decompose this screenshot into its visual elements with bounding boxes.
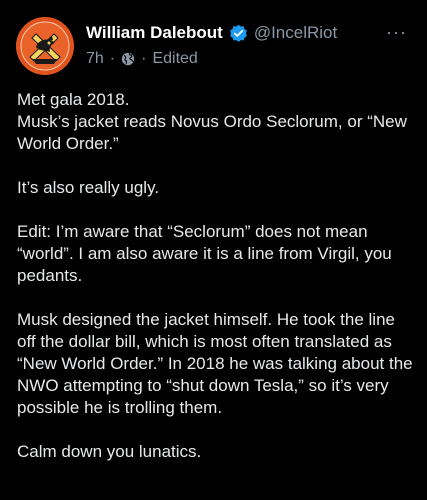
post-paragraph-2: It’s also really ugly. [17,178,160,197]
meta-separator-2: · [141,50,147,67]
meta-separator: · [109,50,116,67]
post-body: Met gala 2018. Musk’s jacket reads Novus… [17,89,414,485]
display-name[interactable]: William Dalebout [86,23,223,43]
more-options-icon[interactable]: ··· [386,22,407,42]
post-paragraph-1: Met gala 2018. Musk’s jacket reads Novus… [17,89,414,155]
post-line-1: Met gala 2018. [17,90,130,109]
post-paragraph-4: Musk designed the jacket himself. He too… [17,310,413,417]
post-paragraph-3: Edit: I’m aware that “Seclorum” does not… [17,222,392,285]
post-line-2: Musk’s jacket reads Novus Ordo Seclorum,… [17,112,407,153]
globe-icon [121,52,135,66]
post-paragraph-5: Calm down you lunatics. [17,442,202,461]
avatar[interactable] [16,17,74,75]
author-handle[interactable]: @IncelRiot [254,23,337,43]
post-header: William Dalebout @IncelRiot ··· 7h · · E… [86,21,411,71]
post-time[interactable]: 7h [86,50,104,68]
post-meta: 7h · · Edited [86,48,411,70]
edited-label[interactable]: Edited [152,50,197,68]
author-row: William Dalebout @IncelRiot [86,21,411,45]
post: William Dalebout @IncelRiot ··· 7h · · E… [0,0,427,500]
avatar-logo-icon [16,17,74,75]
verified-badge-icon [229,24,248,43]
